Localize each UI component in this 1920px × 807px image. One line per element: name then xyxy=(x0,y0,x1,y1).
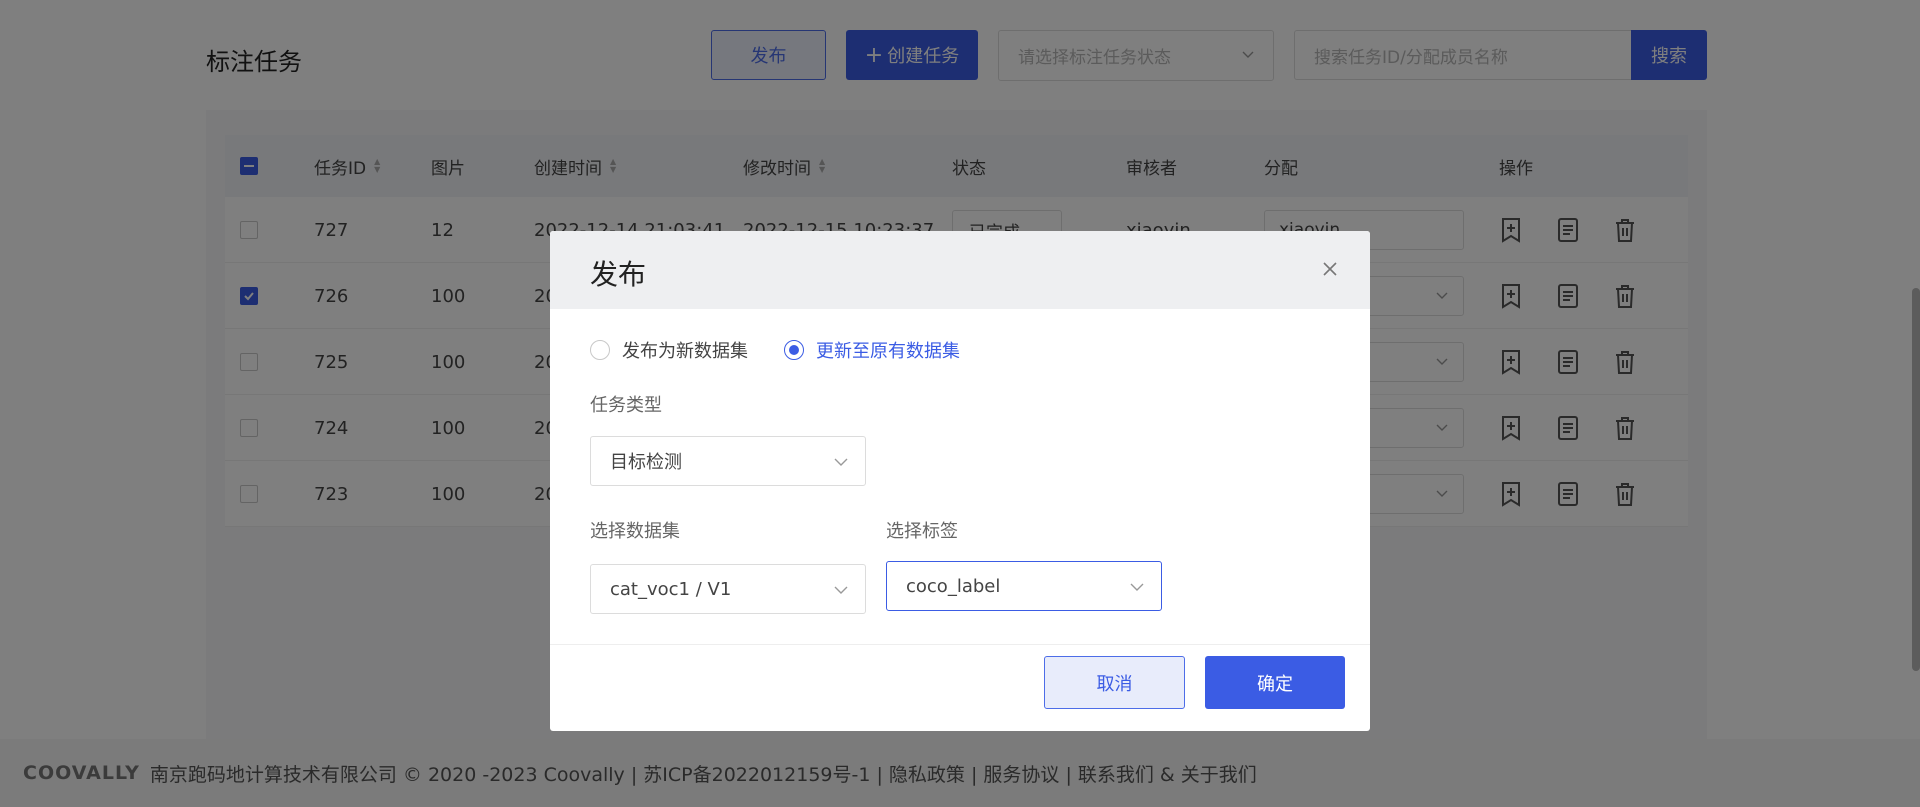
task-type-label: 任务类型 xyxy=(590,395,662,416)
dataset-label: 选择数据集 xyxy=(590,521,680,542)
task-type-value: 目标检测 xyxy=(610,452,682,473)
cancel-button[interactable]: 取消 xyxy=(1044,656,1185,709)
publish-mode-radio-group: 发布为新数据集 更新至原有数据集 xyxy=(590,337,996,363)
chevron-down-icon xyxy=(834,458,848,466)
dialog-divider xyxy=(550,644,1370,645)
radio-update-dataset-label[interactable]: 更新至原有数据集 xyxy=(816,337,960,363)
page: 标注任务 发布 + 创建任务 请选择标注任务状态 搜索任务ID/分配成员名称 搜… xyxy=(0,0,1920,807)
confirm-button[interactable]: 确定 xyxy=(1205,656,1345,709)
chevron-down-icon xyxy=(834,586,848,594)
task-type-select[interactable]: 目标检测 xyxy=(590,436,866,486)
dialog-title: 发布 xyxy=(590,258,647,291)
radio-new-dataset-label[interactable]: 发布为新数据集 xyxy=(622,337,748,363)
close-icon[interactable] xyxy=(1320,259,1340,279)
tag-select[interactable]: coco_label xyxy=(886,561,1162,611)
publish-dialog: 发布 发布为新数据集 更新至原有数据集 任务类型 目标检测 选择数据集 cat_… xyxy=(550,231,1370,731)
dataset-value: cat_voc1 / V1 xyxy=(610,578,732,600)
tag-label: 选择标签 xyxy=(886,521,958,542)
dataset-select[interactable]: cat_voc1 / V1 xyxy=(590,564,866,614)
dialog-header: 发布 xyxy=(550,231,1370,309)
tag-value: coco_label xyxy=(906,575,1001,597)
chevron-down-icon xyxy=(1130,583,1144,591)
radio-new-dataset[interactable] xyxy=(590,340,610,360)
radio-update-dataset[interactable] xyxy=(784,340,804,360)
